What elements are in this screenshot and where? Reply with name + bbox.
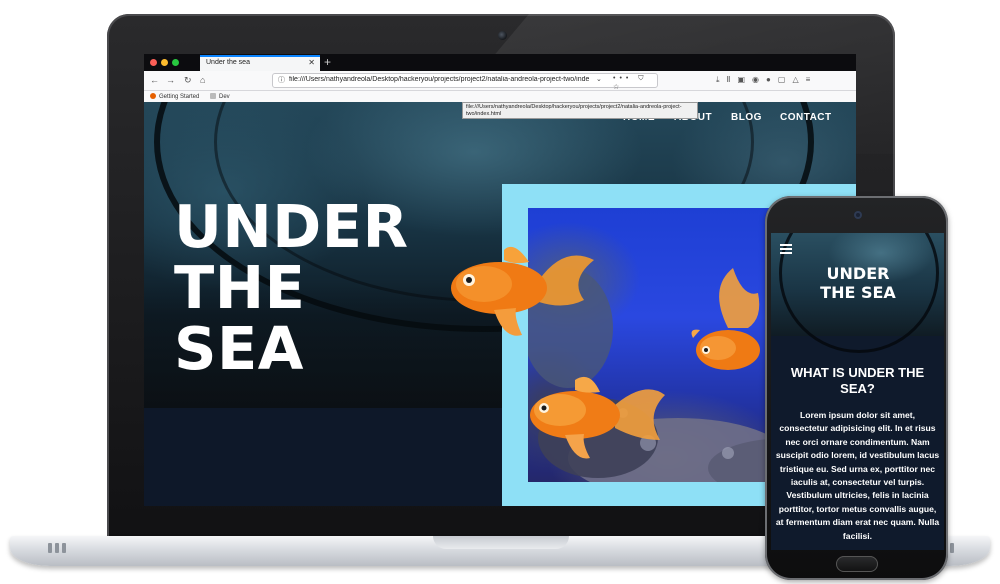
new-tab-icon[interactable]: + — [324, 54, 331, 70]
info-icon[interactable]: ⓘ — [278, 75, 285, 85]
laptop-vent — [48, 543, 52, 553]
website-page: HOME ABOUT BLOG CONTACT UNDER THE SEA — [144, 102, 856, 506]
laptop-vent — [62, 543, 66, 553]
page-actions[interactable]: ••• ⛉ ☆ — [613, 75, 657, 91]
nav-blog[interactable]: BLOG — [731, 112, 762, 123]
library-icon[interactable]: Ⅱ — [727, 75, 738, 84]
phone-home-button[interactable] — [836, 556, 878, 572]
hero-title-line: UNDER — [174, 192, 409, 261]
phone-body-text: Lorem ipsum dolor sit amet, consectetur … — [775, 410, 940, 541]
phone-hero-title: UNDER THE SEA — [791, 264, 925, 302]
tab-title: Under the sea — [206, 59, 250, 66]
firefox-icon — [150, 93, 156, 99]
forward-icon[interactable]: → — [166, 74, 175, 86]
toolbar-icons: ⤓Ⅱ▣◉●▢△≡ — [716, 75, 817, 85]
laptop-vent — [950, 543, 954, 553]
browser-tab[interactable]: Under the sea ✕ — [200, 55, 320, 71]
laptop-vent — [55, 543, 59, 553]
extension-icon[interactable]: ▢ — [778, 75, 793, 84]
bookmarks-bar: Getting Started Dev — [144, 91, 856, 102]
extension-icon[interactable]: ◉ — [752, 75, 766, 84]
laptop-notch — [433, 536, 569, 549]
window-minimize-dot[interactable] — [161, 59, 168, 66]
bookmark-getting-started[interactable]: Getting Started — [150, 93, 199, 100]
sidebar-icon[interactable]: ▣ — [737, 75, 752, 84]
url-text[interactable]: file:///Users/nathyandreola/Desktop/hack… — [289, 76, 589, 83]
hero-title-line: THE — [174, 253, 306, 322]
goldfish-image — [451, 246, 594, 336]
window-close-dot[interactable] — [150, 59, 157, 66]
phone-section-heading: WHAT IS UNDER THE SEA? — [790, 365, 925, 396]
hero-title-line: SEA — [174, 314, 304, 383]
folder-icon — [210, 93, 216, 99]
laptop-camera — [498, 31, 507, 40]
phone-screen: UNDER THE SEA WHAT IS UNDER THE SEA? Lor… — [771, 233, 944, 550]
window-zoom-dot[interactable] — [172, 59, 179, 66]
url-bar[interactable]: ⓘ file:///Users/nathyandreola/Desktop/ha… — [272, 73, 658, 91]
home-icon[interactable]: ⌂ — [200, 74, 205, 86]
back-icon[interactable]: ← — [150, 74, 159, 86]
phone-title-line: THE SEA — [820, 283, 896, 302]
goldfish-image — [530, 376, 665, 459]
browser-toolbar: ← → ↻ ⌂ ⓘ file:///Users/nathyandreola/De… — [144, 71, 856, 91]
url-tooltip: file:///Users/nathyandreola/Desktop/hack… — [462, 102, 698, 119]
laptop-screen: Under the sea ✕ + ← → ↻ ⌂ ⓘ file:///User… — [144, 54, 856, 506]
extension-icon[interactable]: △ — [792, 75, 805, 84]
hamburger-menu-icon[interactable] — [780, 244, 792, 254]
bookmark-dev[interactable]: Dev — [210, 93, 230, 100]
menu-icon[interactable]: ≡ — [806, 75, 818, 84]
download-icon[interactable]: ⤓ — [716, 75, 727, 84]
browser-tab-bar: Under the sea ✕ + — [144, 54, 856, 71]
nav-contact[interactable]: CONTACT — [780, 112, 832, 123]
phone-title-line: UNDER — [826, 264, 890, 283]
extension-icon[interactable]: ● — [766, 75, 778, 84]
reload-icon[interactable]: ↻ — [184, 74, 192, 86]
chevron-down-icon[interactable]: ⌄ — [596, 75, 602, 83]
phone-camera — [854, 211, 862, 219]
hero-title: UNDER THE SEA — [174, 196, 464, 379]
tab-close-icon[interactable]: ✕ — [308, 58, 315, 67]
